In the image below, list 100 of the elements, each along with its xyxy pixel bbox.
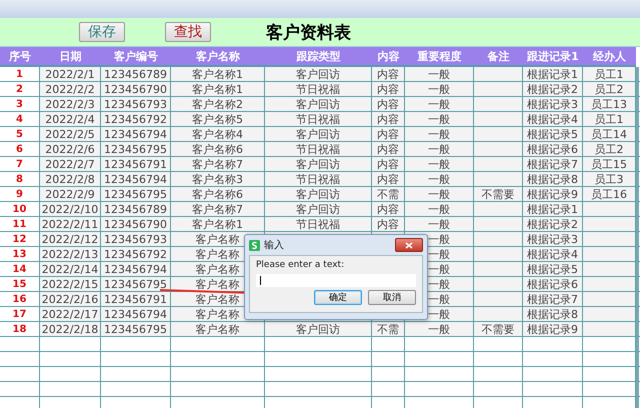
- table-cell: 根据记录8: [523, 172, 583, 187]
- table-cell: 内容: [372, 157, 405, 172]
- table-cell: 员工14: [583, 127, 636, 142]
- table-cell: 123456792: [101, 112, 171, 127]
- table-cell: 员工15: [583, 157, 636, 172]
- row-number: 12: [0, 232, 40, 247]
- table-cell: 客户回访: [265, 202, 372, 217]
- table-cell: 123456795: [101, 187, 171, 202]
- table-cell: 节日祝福: [265, 217, 372, 232]
- table-cell: 2022/2/10: [40, 202, 101, 217]
- table-cell: 内容: [372, 217, 405, 232]
- table-cell: 一般: [405, 322, 474, 337]
- row-number: 15: [0, 277, 40, 292]
- table-cell: 根据记录1: [523, 202, 583, 217]
- close-button[interactable]: [395, 238, 423, 252]
- table-cell: 123456790: [101, 217, 171, 232]
- table-cell: 员工1: [583, 112, 636, 127]
- dialog-button[interactable]: 确定: [314, 290, 362, 305]
- table-cell: 2022/2/15: [40, 277, 101, 292]
- table-cell: 客户名称2: [171, 97, 265, 112]
- table-cell: 一般: [405, 67, 474, 82]
- column-header: 跟进记录1: [523, 47, 583, 67]
- table-cell: 123456789: [101, 202, 171, 217]
- table-cell: 2022/2/7: [40, 157, 101, 172]
- column-header: 经办人: [583, 47, 636, 67]
- table-cell: 123456790: [101, 82, 171, 97]
- dialog-button[interactable]: 取消: [368, 290, 416, 305]
- table-cell: 123456794: [101, 172, 171, 187]
- table-cell: 2022/2/4: [40, 112, 101, 127]
- table-cell: 内容: [372, 142, 405, 157]
- table-cell: 2022/2/1: [40, 67, 101, 82]
- table-cell: 123456795: [101, 142, 171, 157]
- table-cell: 员工16: [583, 187, 636, 202]
- sheet-title: 客户资料表: [266, 22, 351, 44]
- table-cell: 根据记录9: [523, 187, 583, 202]
- row-number: 5: [0, 127, 40, 142]
- table-cell: 123456789: [101, 67, 171, 82]
- row-number: 9: [0, 187, 40, 202]
- table-cell: 客户名称1: [171, 217, 265, 232]
- table-cell: 客户名称: [171, 322, 265, 337]
- table-cell: 一般: [405, 187, 474, 202]
- table-cell: 员工3: [583, 172, 636, 187]
- table-cell: 一般: [405, 217, 474, 232]
- table-cell: 123456795: [101, 277, 171, 292]
- table-cell: 123456791: [101, 292, 171, 307]
- column-header: 客户编号: [101, 47, 171, 67]
- table-cell: 客户回访: [265, 157, 372, 172]
- table-cell: 根据记录2: [523, 82, 583, 97]
- close-icon: [405, 242, 413, 248]
- input-field[interactable]: [256, 274, 416, 287]
- column-header: 备注: [474, 47, 523, 67]
- table-cell: 123456794: [101, 127, 171, 142]
- table-cell: 不需: [372, 322, 405, 337]
- table-cell: 2022/2/18: [40, 322, 101, 337]
- row-number: 4: [0, 112, 40, 127]
- table-cell: 客户回访: [265, 187, 372, 202]
- table-cell: 内容: [372, 202, 405, 217]
- table-cell: 节日祝福: [265, 172, 372, 187]
- table-cell: 2022/2/3: [40, 97, 101, 112]
- column-header: 跟踪类型: [265, 47, 372, 67]
- table-cell: 一般: [405, 157, 474, 172]
- table-cell: 客户名称3: [171, 172, 265, 187]
- table-cell: 员工2: [583, 82, 636, 97]
- table-cell: 客户名称6: [171, 142, 265, 157]
- table-cell: 123456793: [101, 232, 171, 247]
- table-cell: 2022/2/17: [40, 307, 101, 322]
- row-number: 1: [0, 67, 40, 82]
- table-cell: 2022/2/5: [40, 127, 101, 142]
- row-number: 17: [0, 307, 40, 322]
- table-cell: 2022/2/8: [40, 172, 101, 187]
- table-cell: 123456791: [101, 157, 171, 172]
- table-cell: 2022/2/6: [40, 142, 101, 157]
- row-number: 16: [0, 292, 40, 307]
- table-cell: 根据记录6: [523, 277, 583, 292]
- table-cell: 客户名称5: [171, 112, 265, 127]
- table-cell: 内容: [372, 172, 405, 187]
- table-cell: 一般: [405, 202, 474, 217]
- table-cell: 客户名称1: [171, 67, 265, 82]
- row-number: 7: [0, 157, 40, 172]
- column-header: 内容: [372, 47, 405, 67]
- table-cell: 根据记录9: [523, 322, 583, 337]
- table-cell: 123456792: [101, 247, 171, 262]
- table-cell: 内容: [372, 127, 405, 142]
- table-cell: 客户名称7: [171, 202, 265, 217]
- table-cell: 2022/2/2: [40, 82, 101, 97]
- table-cell: 一般: [405, 127, 474, 142]
- table-cell: 不需: [372, 187, 405, 202]
- row-number: 8: [0, 172, 40, 187]
- column-header: 日期: [40, 47, 101, 67]
- toolbar-button[interactable]: 保存: [79, 22, 125, 42]
- table-cell: 客户回访: [265, 322, 372, 337]
- table-cell: 根据记录3: [523, 232, 583, 247]
- table-cell: 客户名称1: [171, 82, 265, 97]
- row-number: 13: [0, 247, 40, 262]
- toolbar-button[interactable]: 查找: [165, 22, 211, 42]
- dialog-title: 输入: [264, 238, 284, 252]
- table-cell: 员工13: [583, 97, 636, 112]
- table-cell: 2022/2/11: [40, 217, 101, 232]
- table-cell: 一般: [405, 97, 474, 112]
- table-cell: 客户名称4: [171, 127, 265, 142]
